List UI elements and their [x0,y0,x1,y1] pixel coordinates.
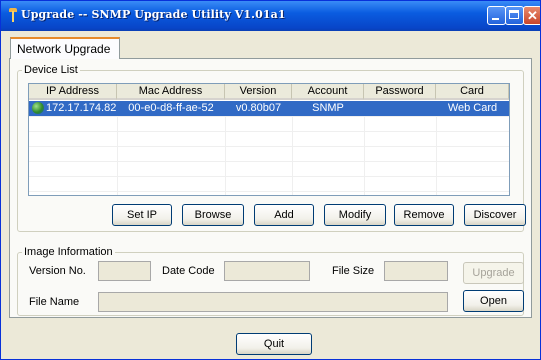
grid-line [29,116,509,117]
quit-button[interactable]: Quit [236,333,312,355]
open-button[interactable]: Open [463,290,524,312]
column-header-version[interactable]: Version [225,84,292,100]
version-number-field [98,261,151,281]
browse-button[interactable]: Browse [182,204,244,226]
grid-line [29,191,509,192]
app-icon [9,8,17,22]
tab-label: Network Upgrade [17,42,111,56]
grid-line [29,146,509,147]
maximize-icon [509,10,519,19]
minimize-button[interactable] [487,6,506,25]
cell-mac-address: 00-e0-d8-ff-ae-52 [128,102,214,114]
cell-card: Web Card [447,102,498,114]
network-device-icon [32,102,44,114]
set-ip-button[interactable]: Set IP [112,204,172,226]
column-header-ip-address[interactable]: IP Address [29,84,117,100]
column-header-mac-address[interactable]: Mac Address [117,84,225,100]
cell-ip-address: 172.17.174.82 [46,102,117,114]
grid-line [29,131,509,132]
cell-password [364,101,436,116]
list-header: IP Address Mac Address Version Account P… [29,84,509,101]
version-number-label: Version No. [29,265,86,277]
discover-button[interactable]: Discover [464,204,526,226]
maximize-button[interactable] [505,6,524,25]
device-list-view[interactable]: IP Address Mac Address Version Account P… [28,83,510,196]
image-information-caption: Image Information [22,246,115,258]
grid-line [29,176,509,177]
cell-version: v0.80b07 [235,102,282,114]
column-header-card[interactable]: Card [436,84,509,100]
modify-button[interactable]: Modify [324,204,386,226]
device-list-caption: Device List [22,64,80,76]
file-size-label: File Size [332,265,375,277]
table-row[interactable]: 172.17.174.82 00-e0-d8-ff-ae-52 v0.80b07… [29,101,509,116]
file-name-label: File Name [29,296,80,308]
grid-line [29,161,509,162]
title-bar[interactable]: Upgrade -- SNMP Upgrade Utility V1.01a1 … [1,1,540,31]
close-icon: ✕ [527,8,538,23]
window-title: Upgrade -- SNMP Upgrade Utility V1.01a1 [21,8,286,21]
date-code-label: Date Code [162,265,215,277]
minimize-icon [492,18,499,20]
date-code-field [224,261,310,281]
close-button[interactable]: ✕ [523,6,540,25]
add-button[interactable]: Add [254,204,314,226]
column-header-account[interactable]: Account [292,84,364,100]
remove-button[interactable]: Remove [394,204,454,226]
cell-account: SNMP [312,102,344,114]
column-header-password[interactable]: Password [364,84,436,100]
upgrade-button[interactable]: Upgrade [463,262,524,284]
app-window: Upgrade -- SNMP Upgrade Utility V1.01a1 … [0,0,541,360]
file-name-field [98,292,448,312]
tab-network-upgrade[interactable]: Network Upgrade [10,37,120,59]
file-size-field [384,261,448,281]
